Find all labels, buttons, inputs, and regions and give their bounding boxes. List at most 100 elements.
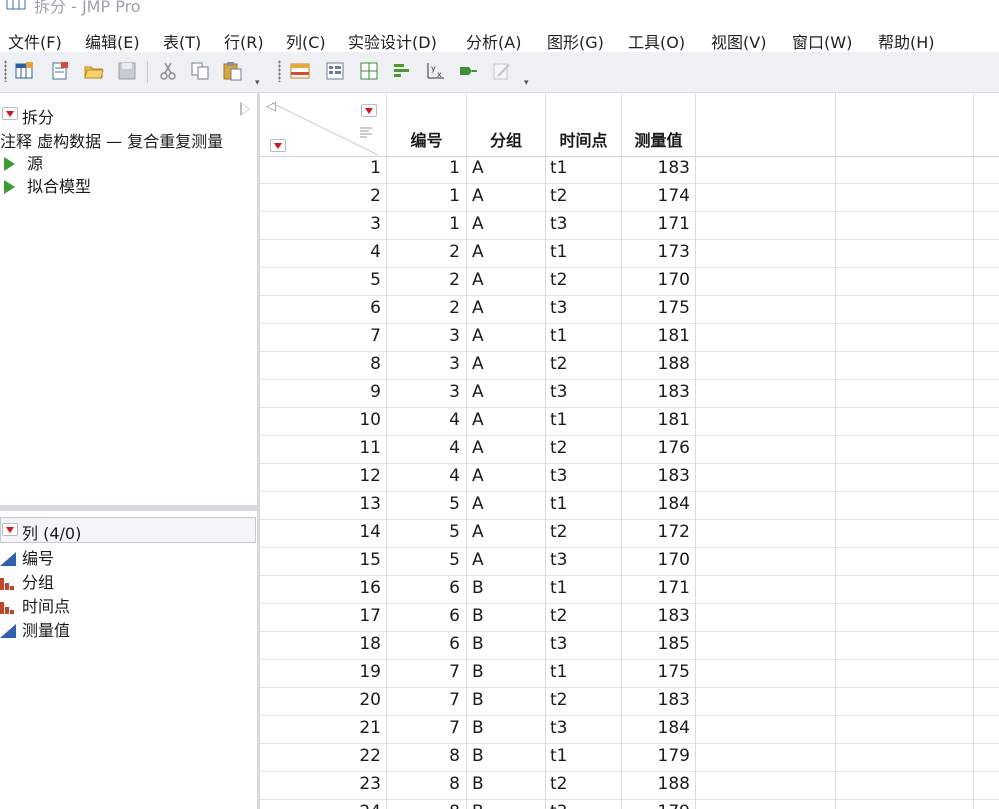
run-script-icon[interactable]: [4, 157, 15, 171]
cell-measurement[interactable]: 183: [622, 466, 690, 486]
cell-measurement[interactable]: 184: [622, 718, 690, 738]
row-number[interactable]: 24: [260, 802, 381, 809]
cell-measurement[interactable]: 170: [622, 270, 690, 290]
cell-timepoint[interactable]: t1: [550, 410, 610, 430]
row-number[interactable]: 2: [260, 186, 381, 206]
table-row[interactable]: 11 4 At2 176: [260, 436, 999, 464]
cell-id[interactable]: 1: [387, 158, 460, 178]
cell-timepoint[interactable]: t2: [550, 774, 610, 794]
column-info-icon[interactable]: [325, 61, 345, 81]
cell-measurement[interactable]: 183: [622, 690, 690, 710]
row-number[interactable]: 17: [260, 606, 381, 626]
row-number[interactable]: 18: [260, 634, 381, 654]
cell-id[interactable]: 2: [387, 270, 460, 290]
cell-id[interactable]: 7: [387, 718, 460, 738]
row-number[interactable]: 1: [260, 158, 381, 178]
table-row[interactable]: 24 8 Bt3 179: [260, 800, 999, 809]
column-item[interactable]: 编号: [0, 545, 54, 569]
toolbar-overflow-icon[interactable]: ▾: [524, 78, 529, 88]
cell-timepoint[interactable]: t2: [550, 522, 610, 542]
row-number[interactable]: 21: [260, 718, 381, 738]
cell-timepoint[interactable]: t3: [550, 802, 610, 809]
column-header[interactable]: 编号: [387, 127, 466, 151]
cell-measurement[interactable]: 183: [622, 158, 690, 178]
cell-measurement[interactable]: 185: [622, 634, 690, 654]
grid-corner[interactable]: ◁: [260, 93, 387, 156]
copy-icon[interactable]: [190, 61, 210, 81]
tabulate-icon[interactable]: [359, 61, 379, 81]
cell-measurement[interactable]: 181: [622, 326, 690, 346]
cell-measurement[interactable]: 171: [622, 214, 690, 234]
cell-measurement[interactable]: 175: [622, 662, 690, 682]
cell-id[interactable]: 2: [387, 298, 460, 318]
cell-group[interactable]: B: [472, 606, 532, 626]
cell-id[interactable]: 1: [387, 214, 460, 234]
cell-id[interactable]: 4: [387, 410, 460, 430]
toolbar-overflow-icon[interactable]: ▾: [255, 78, 260, 88]
cell-group[interactable]: A: [472, 298, 532, 318]
cell-id[interactable]: 3: [387, 326, 460, 346]
cell-measurement[interactable]: 188: [622, 774, 690, 794]
cell-id[interactable]: 7: [387, 662, 460, 682]
column-header[interactable]: 时间点: [546, 127, 621, 151]
cell-timepoint[interactable]: t2: [550, 606, 610, 626]
column-item[interactable]: 时间点: [0, 593, 70, 617]
script-fit-model[interactable]: 拟合模型: [4, 173, 91, 197]
row-number[interactable]: 9: [260, 382, 381, 402]
columns-red-triangle-menu[interactable]: [361, 104, 377, 117]
cell-id[interactable]: 6: [387, 634, 460, 654]
toolbar-grip[interactable]: [278, 60, 281, 82]
cell-measurement[interactable]: 181: [622, 410, 690, 430]
row-number[interactable]: 15: [260, 550, 381, 570]
table-row[interactable]: 2 1 At2 174: [260, 184, 999, 212]
table-row[interactable]: 14 5 At2 172: [260, 520, 999, 548]
column-item[interactable]: 测量值: [0, 617, 70, 641]
cell-measurement[interactable]: 174: [622, 186, 690, 206]
cell-measurement[interactable]: 176: [622, 438, 690, 458]
table-row[interactable]: 12 4 At3 183: [260, 464, 999, 492]
menu-edit[interactable]: 编辑(E): [85, 29, 140, 53]
cell-timepoint[interactable]: t3: [550, 214, 610, 234]
cell-group[interactable]: B: [472, 578, 532, 598]
cell-group[interactable]: B: [472, 774, 532, 794]
fit-y-by-x-icon[interactable]: y x: [425, 61, 445, 81]
cell-id[interactable]: 5: [387, 550, 460, 570]
row-number[interactable]: 20: [260, 690, 381, 710]
cell-id[interactable]: 3: [387, 382, 460, 402]
cell-id[interactable]: 7: [387, 690, 460, 710]
cell-id[interactable]: 3: [387, 354, 460, 374]
row-number[interactable]: 6: [260, 298, 381, 318]
cell-timepoint[interactable]: t1: [550, 242, 610, 262]
row-number[interactable]: 4: [260, 242, 381, 262]
cell-id[interactable]: 6: [387, 578, 460, 598]
table-row[interactable]: 21 7 Bt3 184: [260, 716, 999, 744]
cell-group[interactable]: A: [472, 270, 532, 290]
cell-group[interactable]: B: [472, 662, 532, 682]
cell-measurement[interactable]: 179: [622, 802, 690, 809]
cell-group[interactable]: B: [472, 690, 532, 710]
cell-group[interactable]: A: [472, 550, 532, 570]
table-row[interactable]: 17 6 Bt2 183: [260, 604, 999, 632]
run-script-icon[interactable]: [4, 180, 15, 194]
menu-tables[interactable]: 表(T): [163, 29, 201, 53]
table-row[interactable]: 16 6 Bt1 171: [260, 576, 999, 604]
table-row[interactable]: 3 1 At3 171: [260, 212, 999, 240]
open-icon[interactable]: [84, 61, 104, 81]
fit-model-icon[interactable]: [458, 61, 478, 81]
row-number[interactable]: 19: [260, 662, 381, 682]
cell-timepoint[interactable]: t1: [550, 662, 610, 682]
table-row[interactable]: 15 5 At3 170: [260, 548, 999, 576]
panel-splitter[interactable]: [0, 505, 257, 511]
column-header[interactable]: 测量值: [622, 127, 695, 151]
cell-id[interactable]: 8: [387, 802, 460, 809]
cell-group[interactable]: A: [472, 466, 532, 486]
cell-timepoint[interactable]: t2: [550, 186, 610, 206]
cell-group[interactable]: B: [472, 802, 532, 809]
row-number[interactable]: 8: [260, 354, 381, 374]
new-data-table-icon[interactable]: [14, 61, 34, 81]
cell-group[interactable]: A: [472, 186, 532, 206]
cell-group[interactable]: A: [472, 522, 532, 542]
cell-measurement[interactable]: 179: [622, 746, 690, 766]
column-header[interactable]: 分组: [467, 127, 545, 151]
cell-group[interactable]: A: [472, 382, 532, 402]
